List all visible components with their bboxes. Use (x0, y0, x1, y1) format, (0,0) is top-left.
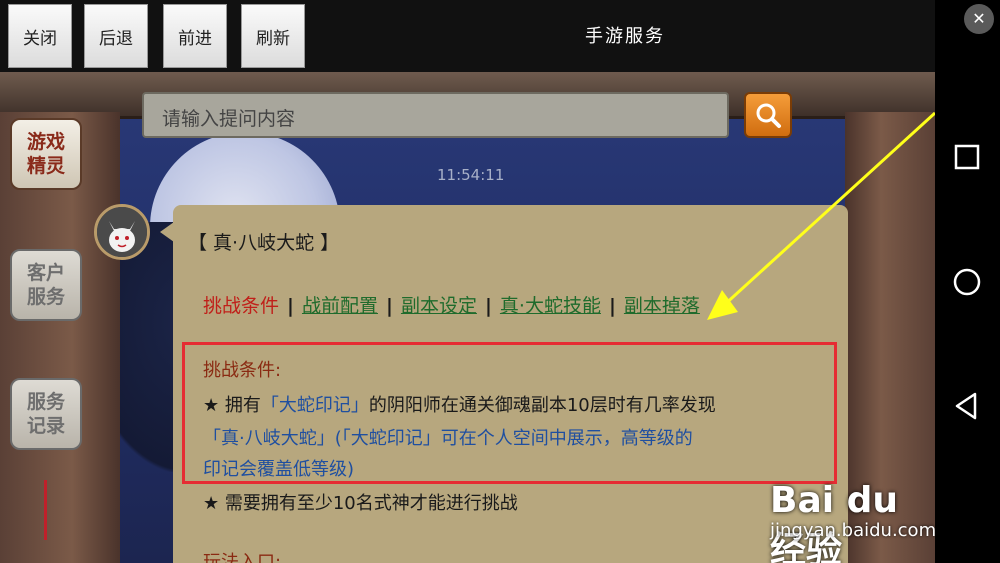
recents-icon[interactable] (947, 142, 987, 172)
back-icon[interactable] (947, 390, 987, 422)
home-icon[interactable] (947, 265, 987, 299)
close-icon[interactable]: ✕ (964, 4, 994, 34)
yellow-arrow-annotation (707, 111, 935, 320)
watermark-url: jingyan.baidu.com (770, 520, 935, 541)
app-window: 关闭 后退 前进 刷新 手游服务 请输入提问内容 游戏精灵 客户服务 服务记录 … (0, 0, 935, 563)
